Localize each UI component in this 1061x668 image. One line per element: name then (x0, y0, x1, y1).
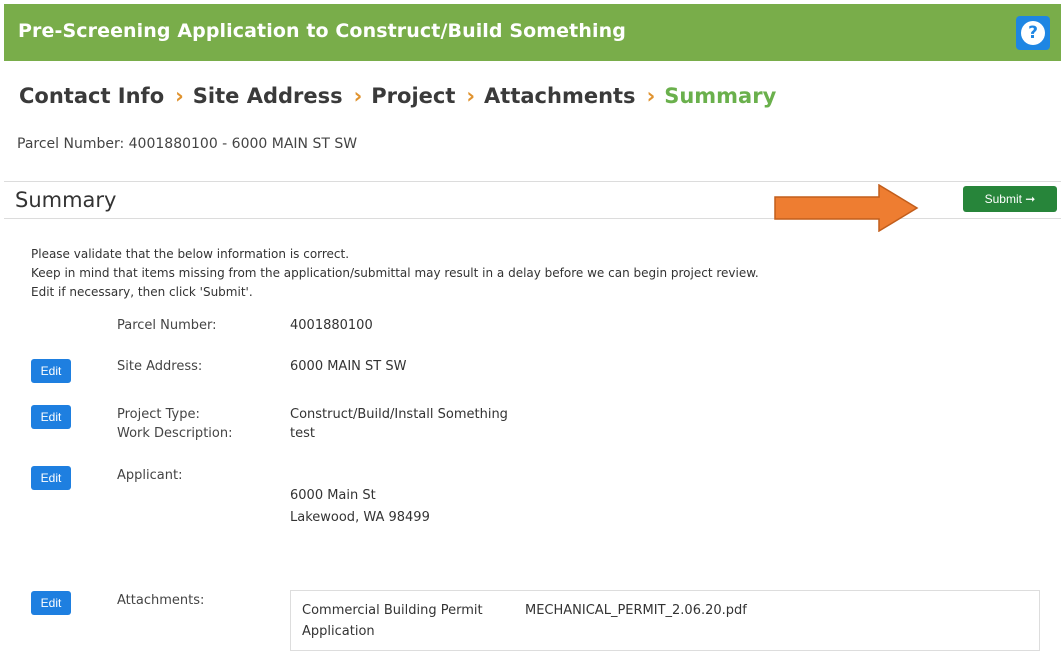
chevron-right-icon: › (353, 84, 363, 108)
attachment-type-line: Commercial Building Permit (302, 603, 483, 618)
parcel-number-label: Parcel Number: (117, 318, 217, 333)
chevron-right-icon: › (175, 84, 184, 108)
edit-attachments-button[interactable]: Edit (31, 591, 71, 615)
breadcrumb-step-site-address[interactable]: Site Address (193, 84, 343, 108)
page-title: Pre-Screening Application to Construct/B… (18, 20, 626, 42)
instruction-line: Keep in mind that items missing from the… (31, 266, 759, 280)
attachment-filename[interactable]: MECHANICAL_PERMIT_2.06.20.pdf (525, 600, 747, 621)
breadcrumb-step-project[interactable]: Project (371, 84, 455, 108)
instruction-line: Please validate that the below informati… (31, 247, 350, 261)
breadcrumb: Contact Info › Site Address › Project › … (19, 82, 776, 110)
site-address-value: 6000 MAIN ST SW (290, 359, 407, 374)
applicant-label: Applicant: (117, 468, 183, 483)
chevron-right-icon: › (466, 84, 476, 108)
attachment-type: Commercial Building Permit Application (302, 600, 517, 642)
applicant-address-line1: 6000 Main St (290, 488, 376, 503)
app-header: Pre-Screening Application to Construct/B… (4, 4, 1061, 61)
submit-button[interactable]: Submit ➞ (963, 186, 1057, 212)
work-description-label: Work Description: (117, 426, 233, 441)
breadcrumb-step-summary: Summary (664, 84, 777, 108)
section-title: Summary (15, 188, 117, 212)
applicant-address-line2: Lakewood, WA 98499 (290, 510, 430, 525)
edit-project-button[interactable]: Edit (31, 405, 71, 429)
question-mark-icon: ? (1021, 21, 1045, 45)
edit-site-address-button[interactable]: Edit (31, 359, 71, 383)
instruction-line: Edit if necessary, then click 'Submit'. (31, 285, 253, 299)
attachments-label: Attachments: (117, 593, 205, 608)
project-type-value: Construct/Build/Install Something (290, 407, 508, 422)
site-address-label: Site Address: (117, 359, 203, 374)
breadcrumb-step-contact-info[interactable]: Contact Info (19, 84, 164, 108)
attachment-type-line: Application (302, 624, 375, 639)
parcel-info: Parcel Number: 4001880100 - 6000 MAIN ST… (17, 136, 358, 152)
parcel-number-value: 4001880100 (290, 318, 373, 333)
chevron-right-icon: › (646, 84, 656, 108)
breadcrumb-step-attachments[interactable]: Attachments (484, 84, 636, 108)
attachments-list: Commercial Building Permit Application M… (290, 590, 1040, 651)
annotation-arrow-icon (774, 184, 919, 232)
instructions: Please validate that the below informati… (31, 245, 759, 302)
project-type-label: Project Type: (117, 407, 200, 422)
edit-applicant-button[interactable]: Edit (31, 466, 71, 490)
work-description-value: test (290, 426, 315, 441)
help-button[interactable]: ? (1016, 16, 1050, 50)
